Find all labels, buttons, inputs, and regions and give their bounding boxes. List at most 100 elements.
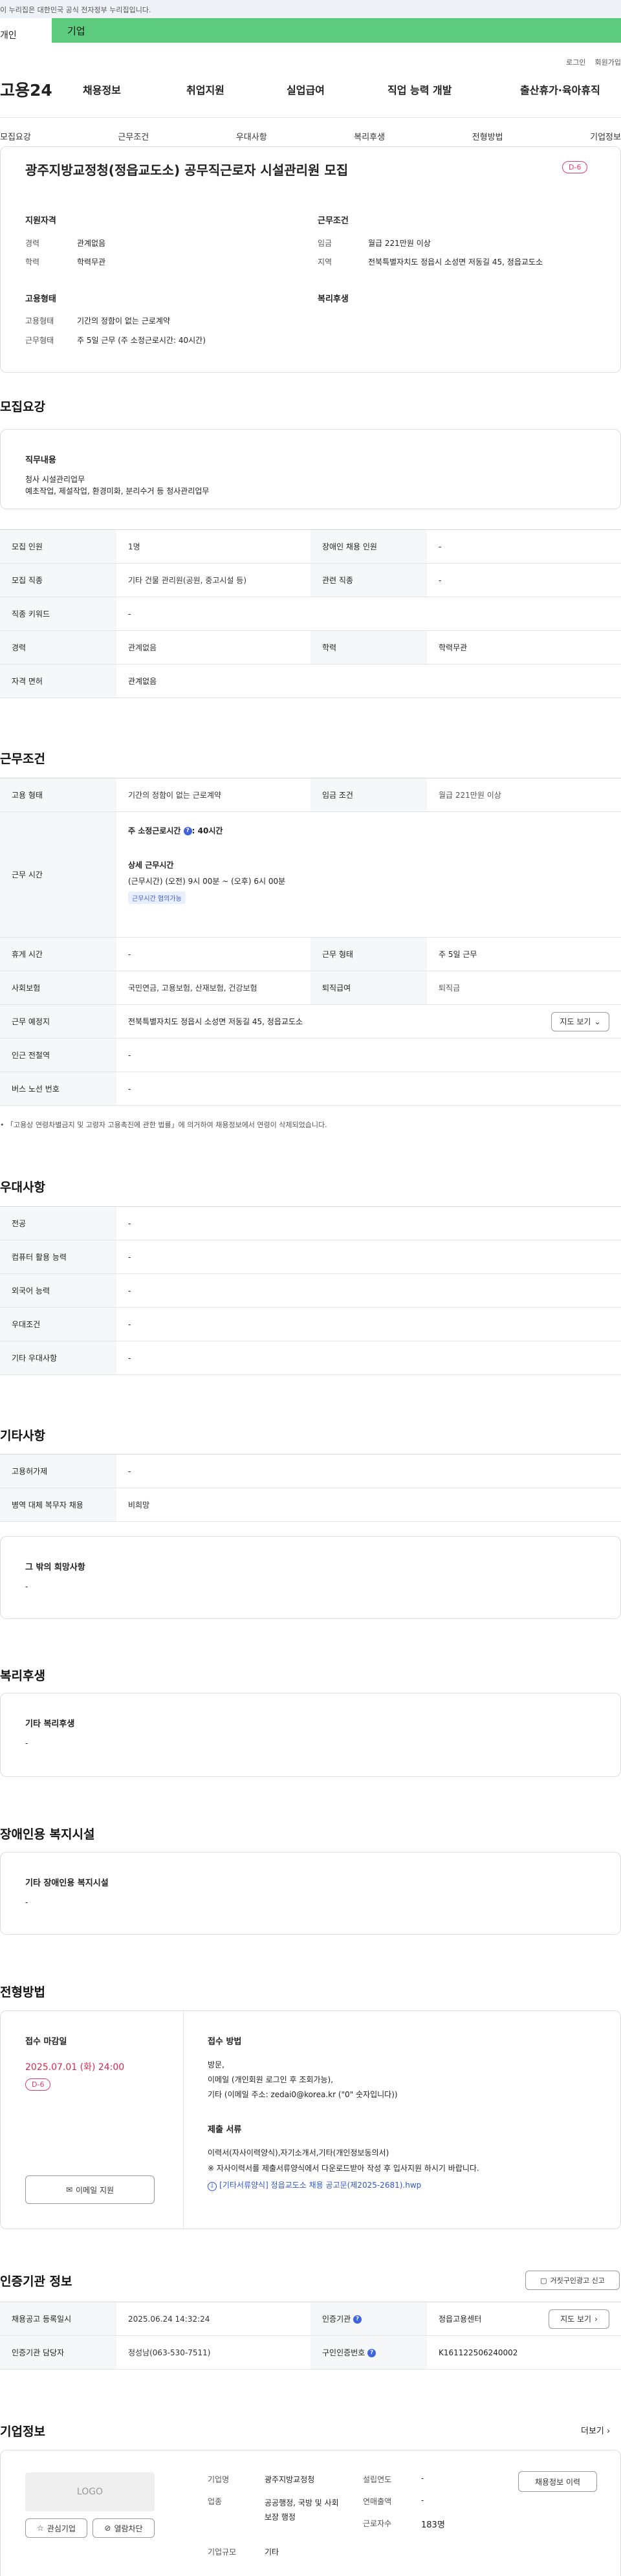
map-button-label: 지도 보기 xyxy=(560,1017,591,1026)
attachment-icon: ⇩ xyxy=(208,2182,217,2191)
tab-individual-label: 개인 xyxy=(0,30,17,41)
gnb-item-unemployment-benefit[interactable]: 실업급여 xyxy=(287,82,387,97)
table-row: 근무 예정지 전북특별자치도 정읍시 소성면 저동길 45, 정읍교도소 지도 … xyxy=(0,1004,621,1039)
table-value: - xyxy=(116,1307,621,1341)
table-value: 월급 221만원 이상 xyxy=(427,778,621,812)
etc-section-title: 기타사항 xyxy=(0,1429,45,1443)
table-key: 직종 키워드 xyxy=(0,597,116,631)
employees-value: 183명 xyxy=(421,2520,445,2530)
gnb-item-employment-support[interactable]: 취업지원 xyxy=(186,82,287,97)
deadline-value: 2025.07.01 (화) 24:00 xyxy=(25,2062,125,2073)
info-icon[interactable]: ? xyxy=(367,2349,376,2357)
job-history-label: 채용정보 이력 xyxy=(534,2477,581,2487)
disability-box-value: - xyxy=(25,1898,28,1907)
subnav-work[interactable]: 근무조건 xyxy=(118,130,149,142)
subnav-prefer[interactable]: 우대사항 xyxy=(236,130,267,142)
deadline-title: 접수 마감일 xyxy=(25,2037,67,2047)
table-key: 인증기관 담당자 xyxy=(0,2335,116,2370)
table-row: 기타 우대사항 - xyxy=(0,1341,621,1375)
table-value: - xyxy=(116,1240,621,1274)
info-icon[interactable]: ? xyxy=(353,2315,362,2324)
subnav-recruit[interactable]: 모집요강 xyxy=(0,130,31,142)
founded-key: 설립연도 xyxy=(363,2475,392,2484)
emptype-label: 고용형태 xyxy=(25,316,54,325)
industry-key: 업종 xyxy=(208,2497,223,2506)
email-apply-label: 이메일 지원 xyxy=(76,2185,114,2195)
table-row: 직종 키워드 - xyxy=(0,597,621,631)
table-value: 국민연금, 고용보험, 산재보험, 건강보험 xyxy=(116,971,310,1005)
welfare-card: 기타 복리후생 - xyxy=(0,1693,621,1777)
attachment-link[interactable]: ⇩ [기타서류양식] 정읍교도소 채용 공고문(제2025-2681).hwp xyxy=(208,2179,421,2191)
attachment-label: [기타서류양식] 정읍교도소 채용 공고문(제2025-2681).hwp xyxy=(219,2181,422,2190)
top-links: 로그인 회원가입 xyxy=(566,57,621,67)
cert-org-key: 인증기관 ? xyxy=(310,2302,427,2336)
table-value: - xyxy=(116,1038,621,1072)
table-value: - xyxy=(116,937,310,971)
cert-map-button[interactable]: 지도 보기 › xyxy=(549,2309,609,2329)
disability-card: 기타 장애인용 복지시설 - xyxy=(0,1852,621,1935)
screening-section-title: 전형방법 xyxy=(0,1985,45,1999)
map-button[interactable]: 지도 보기 ⌄ xyxy=(551,1011,609,1031)
tab-corporate[interactable]: 기업 xyxy=(52,18,621,43)
info-icon[interactable]: ? xyxy=(183,827,192,835)
table-value: K161122506240002 xyxy=(427,2335,621,2370)
site-logo[interactable]: 고용24 xyxy=(0,78,83,101)
hours-detail: (근무시간) (오전) 9시 00분 ~ (오후) 6시 00분 xyxy=(128,877,286,886)
gnb-item-maternity-leave[interactable]: 출산휴가·육아휴직 xyxy=(520,82,600,97)
wage-label: 임금 xyxy=(318,239,332,248)
table-value: 학력무관 xyxy=(427,630,621,665)
emptype-value: 기간의 정함이 없는 근로계약 xyxy=(77,316,170,325)
gnb-item-jobs[interactable]: 채용정보 xyxy=(83,82,186,97)
table-key: 전공 xyxy=(0,1206,116,1240)
table-key: 퇴직급여 xyxy=(310,971,427,1005)
gov-notice-bar: 이 누리집은 대한민국 공식 전자정부 누리집입니다. xyxy=(0,0,621,18)
job-history-button[interactable]: 채용정보 이력 xyxy=(518,2471,597,2492)
table-row: 모집 직종 기타 건물 관리원(공원, 중고시설 등) 관련 직종 - xyxy=(0,563,621,597)
favorite-company-button[interactable]: ☆ 관심기업 xyxy=(25,2518,87,2538)
hours-weekly-value: : 40시간 xyxy=(191,826,223,835)
company-name-value: 광주지방교정청 xyxy=(265,2475,315,2484)
subnav-company[interactable]: 기업정보 xyxy=(590,130,621,142)
edu-value: 학력무관 xyxy=(77,258,106,267)
work-table: 고용 형태 기간의 정함이 없는 근로계약 임금 조건 월급 221만원 이상 … xyxy=(0,778,621,1106)
table-value: 2025.06.24 14:32:24 xyxy=(116,2302,310,2336)
table-key: 고용 형태 xyxy=(0,778,116,812)
cert-section-title: 인증기관 정보 xyxy=(0,2274,72,2289)
disability-box-title: 기타 장애인용 복지시설 xyxy=(25,1878,109,1888)
tab-individual[interactable]: 개인 xyxy=(0,18,52,52)
company-more-link[interactable]: 더보기 › xyxy=(581,2424,610,2436)
method-title: 접수 방법 xyxy=(208,2037,242,2047)
docs-line-2: ※ 자사이력서를 제출서류양식에서 다운로드받아 작성 후 입사지원 하시기 바… xyxy=(208,2164,479,2173)
chevron-right-icon: › xyxy=(607,2427,611,2436)
table-row: 근무 시간 주 소정근로시간 ?: 40시간 상세 근무시간 (근무시간) (오… xyxy=(0,811,621,938)
email-apply-button[interactable]: ✉ 이메일 지원 xyxy=(25,2175,155,2204)
signup-link[interactable]: 회원가입 xyxy=(595,57,621,67)
table-row: 사회보험 국민연금, 고용보험, 산재보험, 건강보험 퇴직급여 퇴직금 xyxy=(0,971,621,1005)
screening-card: 접수 마감일 2025.07.01 (화) 24:00 D-6 ✉ 이메일 지원… xyxy=(0,2010,621,2230)
subnav-screening[interactable]: 전형방법 xyxy=(472,130,503,142)
login-link[interactable]: 로그인 xyxy=(566,57,585,67)
table-key: 버스 노선 번호 xyxy=(0,1072,116,1106)
table-row: 병역 대체 복무자 채용 비희망 xyxy=(0,1488,621,1522)
hours-detail-title: 상세 근무시간 xyxy=(128,861,174,870)
emp-title: 고용형태 xyxy=(25,294,56,304)
gnb-item-training[interactable]: 직업 능력 개발 xyxy=(387,82,520,97)
other-wish-card: 그 밖의 희망사항 - xyxy=(0,1536,621,1619)
table-value: 정성남(063-530-7511) xyxy=(116,2335,310,2370)
table-row: 버스 노선 번호 - xyxy=(0,1072,621,1106)
company-more-label: 더보기 xyxy=(581,2427,604,2436)
region-label: 지역 xyxy=(318,258,332,267)
table-row: 인증기관 담당자 정성남(063-530-7511) 구인인증번호 ? K161… xyxy=(0,2335,621,2370)
hours-weekly: 주 소정근로시간 ?: 40시간 xyxy=(128,825,609,836)
table-key: 컴퓨터 활용 능력 xyxy=(0,1240,116,1274)
age-notice-text: 「고용상 연령차별금지 및 고령자 고용촉진에 관한 법률」에 의거하여 채용정… xyxy=(6,1121,327,1129)
report-fake-ad-button[interactable]: ▢ 거짓구인광고 신고 xyxy=(525,2271,620,2290)
table-key: 사회보험 xyxy=(0,971,116,1005)
cert-org-cell: 정읍고용센터 지도 보기 › xyxy=(427,2302,621,2336)
block-view-button[interactable]: ⊘ 열람차단 xyxy=(93,2518,155,2538)
cert-map-label: 지도 보기 xyxy=(560,2315,592,2324)
sales-value: - xyxy=(421,2496,424,2505)
table-value: - xyxy=(116,1273,621,1308)
subnav-welfare[interactable]: 복리후생 xyxy=(354,130,385,142)
hours-cell: 주 소정근로시간 ?: 40시간 상세 근무시간 (근무시간) (오전) 9시 … xyxy=(116,811,621,938)
